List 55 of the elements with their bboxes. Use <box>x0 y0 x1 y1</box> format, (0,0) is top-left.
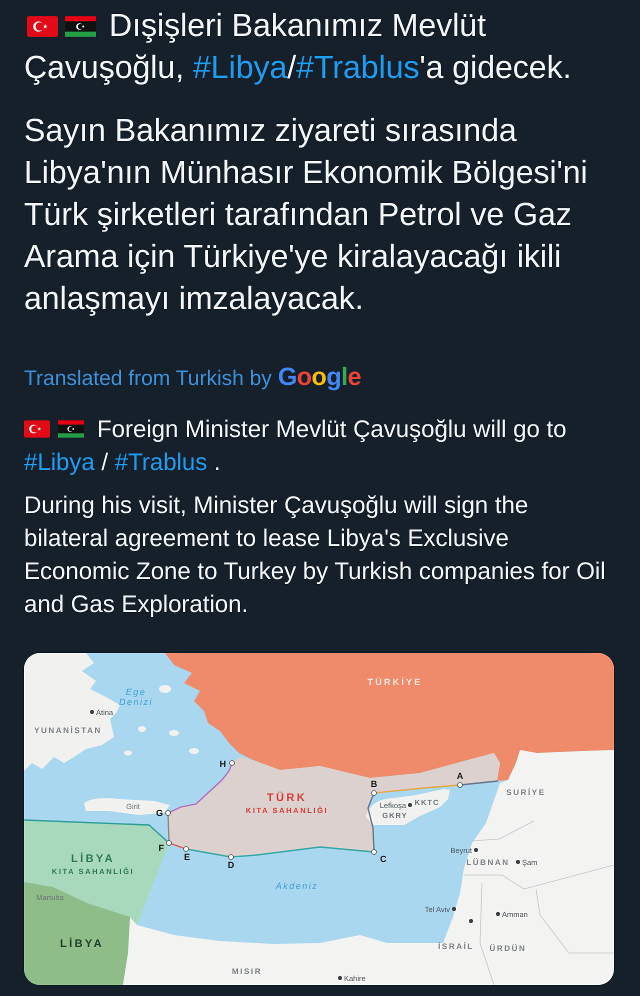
hashtag-link[interactable]: #Trablus <box>296 49 420 85</box>
city-dot-icon <box>469 919 473 923</box>
point-label: A <box>456 771 464 781</box>
hashtag-link[interactable]: #Trablus <box>114 449 208 476</box>
zone-label: LİBYA <box>71 853 115 865</box>
point-label: D <box>228 860 234 870</box>
city-dot-icon <box>516 860 520 864</box>
zone-label: TÜRK <box>266 792 308 804</box>
country-label: İSRAİL <box>438 942 474 951</box>
island-shape <box>124 750 132 756</box>
boundary-point-marker <box>166 840 172 846</box>
island-shape <box>189 748 199 754</box>
boundary-point-marker <box>228 854 234 860</box>
tweet-headline: Dışişleri Bakanımız Mevlüt Çavuşoğlu, #Libya/#Trablus'a gidecek. <box>24 6 572 87</box>
city-dot-icon <box>408 803 412 807</box>
city-dot-icon <box>90 710 94 714</box>
libyan-flag-icon <box>65 16 96 37</box>
tweet-text: Sayın Bakanımız ziyareti sırasında Libya'nın Münhasır Ekonomik Bölgesi'ni Türk şirketleri tarafından Petrol ve Gaz Arama için Türkiye'ye kiralayacağı ikili anlaşmayı imzalayacak. <box>24 111 589 318</box>
island-shape <box>138 726 146 732</box>
boundary-point-marker <box>165 810 171 816</box>
boundary-point-marker <box>371 849 377 855</box>
sea-label: Ege Denizi <box>119 687 153 707</box>
turkish-flag-icon <box>27 16 58 37</box>
translated-text: During his visit, Minister Çavuşoğlu will sign the bilateral agreement to lease Libya's Exclusive Economic Zone to Turkey by Turkish companies for Oil and Gas Exploration. <box>24 491 607 620</box>
point-label: E <box>184 852 190 862</box>
hashtag-link[interactable]: #Libya <box>192 49 288 85</box>
hashtag-link[interactable]: #Libya <box>24 449 95 476</box>
libyan-flag-icon <box>58 420 84 438</box>
country-label: SURİYE <box>506 788 546 797</box>
boundary-point-marker <box>457 782 463 788</box>
point-label: C <box>380 854 386 864</box>
country-label: TÜRKİYE <box>368 677 422 687</box>
city-dot-icon <box>452 907 456 911</box>
translated-headline: Foreign Minister Mevlüt Çavuşoğlu will go to #Libya / #Trablus . <box>24 415 568 478</box>
point-label: G <box>156 808 163 818</box>
sea-label: Akdeniz <box>276 881 318 891</box>
turkish-flag-icon <box>24 420 50 438</box>
country-label: LÜBNAN <box>466 858 510 867</box>
country-label: ÜRDÜN <box>490 944 526 953</box>
point-label: F <box>158 843 164 853</box>
city-dot-icon <box>496 912 500 916</box>
boundary-point-marker <box>229 760 235 766</box>
city-dot-icon <box>338 976 342 980</box>
translation-note: Translated from Turkish by <box>24 366 272 392</box>
island-shape <box>169 730 179 736</box>
google-logo[interactable]: Google <box>278 362 361 392</box>
point-label: B <box>370 779 378 789</box>
boundary-point-marker <box>371 790 377 796</box>
boundary-point-marker <box>183 846 189 852</box>
country-label: LİBYA <box>60 938 104 950</box>
country-label: YUNANİSTAN <box>34 726 102 735</box>
country-label: MISIR <box>232 967 262 976</box>
point-label: H <box>220 759 226 769</box>
city-dot-icon <box>474 848 478 852</box>
island-shape <box>159 685 171 693</box>
